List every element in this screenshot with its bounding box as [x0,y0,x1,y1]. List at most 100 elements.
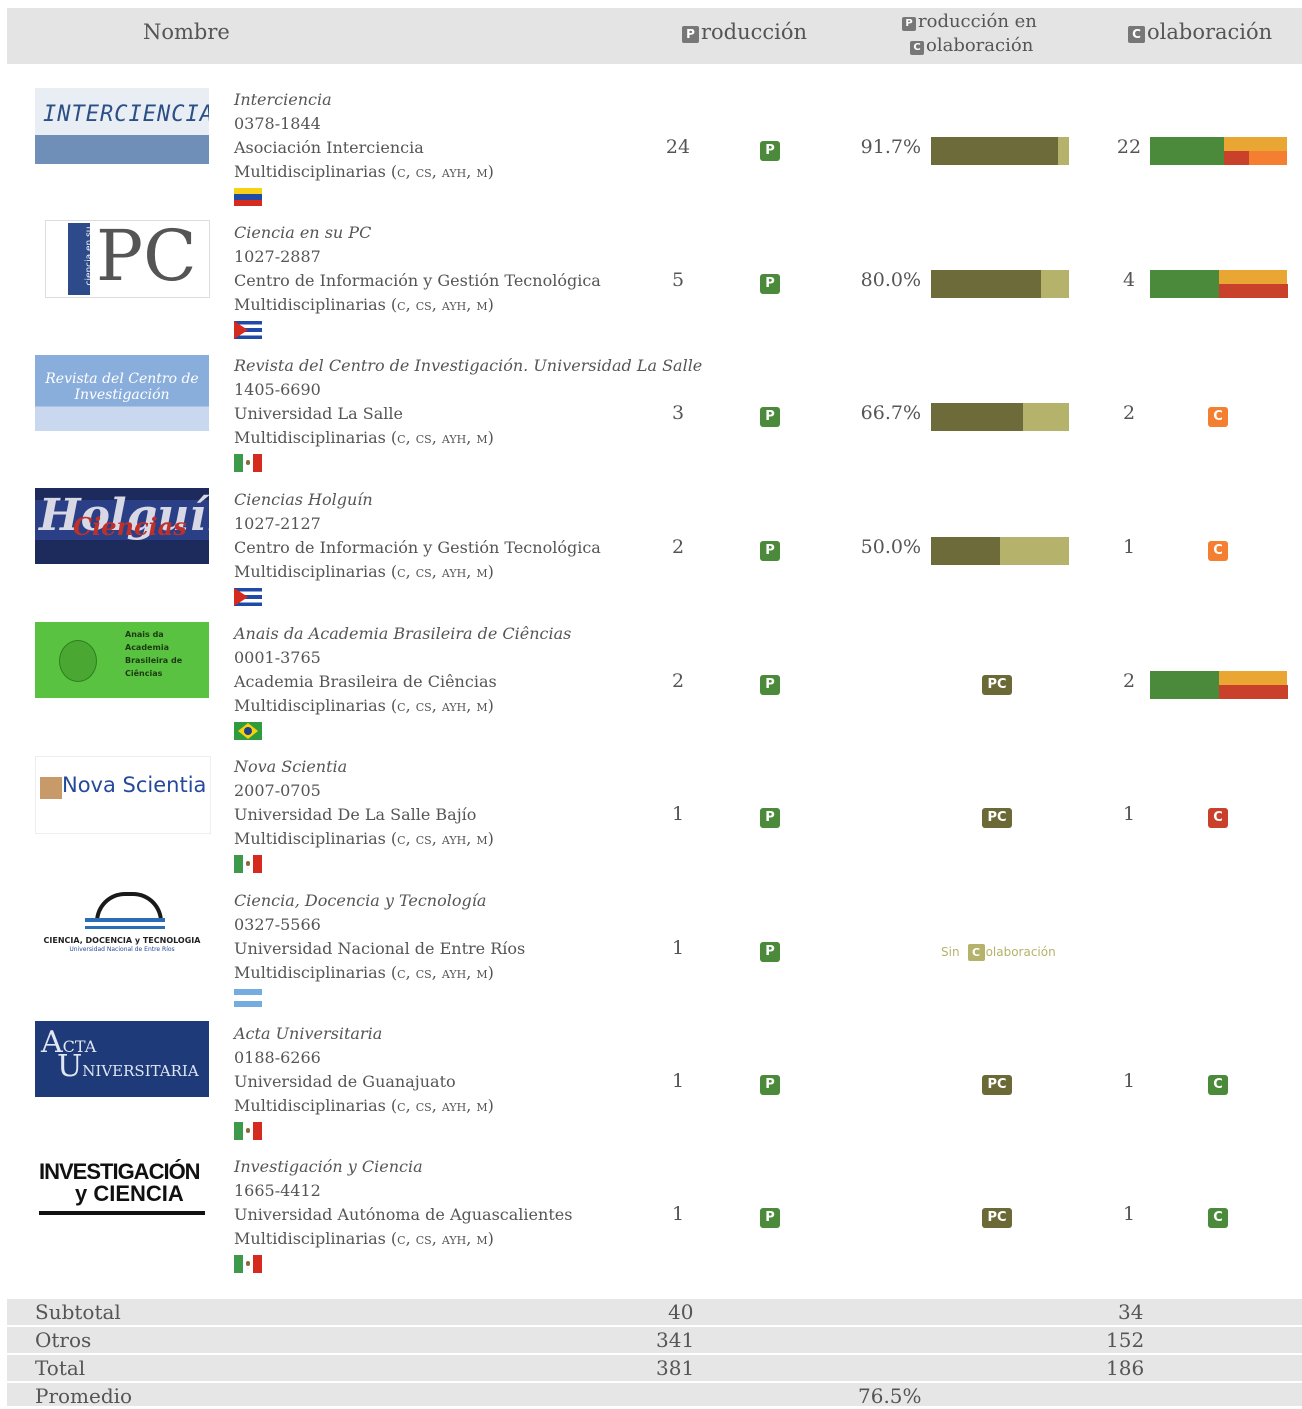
mexico-flag [234,855,262,873]
journal-issn: 1405-6690 [234,380,321,399]
journal-publisher: Universidad De La Salle Bajío [234,805,477,824]
journal-title: Acta Universitaria [234,1024,383,1043]
production-count: 1 [671,803,685,825]
logo-investigacion-y-ciencia: INVESTIGACIÓN y CIENCIA [35,1155,209,1231]
collab-production-bar-fill [931,403,1024,431]
journal-title: Ciencias Holguín [234,490,373,509]
production-badge-icon: P [760,808,780,828]
journal-issn: 1027-2127 [234,514,321,533]
collab-production-percent: 91.7% [860,136,921,158]
collab-segment-red [1219,284,1288,298]
production-count: 2 [671,670,685,692]
journal-title: Ciencia, Docencia y Tecnología [234,891,487,910]
collaboration-bar [1150,270,1288,298]
logo-interciencia: INTERCIENCIA [35,88,209,164]
portrait-icon [59,640,97,682]
journal-info: Ciencia en su PC 1027-2887 Centro de Infor… [234,221,601,317]
production-badge-icon: P [760,541,780,561]
journal-publisher: Universidad de Guanajuato [234,1072,456,1091]
journal-title: Investigación y Ciencia [234,1157,423,1176]
production-count: 2 [671,536,685,558]
collab-production-bar-fill [931,270,1042,298]
journal-title: Revista del Centro de Investigación. Uni… [234,356,703,375]
journal-info: Interciencia 0378-1844 Asociación Intercie… [234,88,494,184]
production-icon: P [902,17,916,31]
production-icon: P [682,26,699,43]
collab-production-percent: 80.0% [860,269,921,291]
journal-issn: 0327-5566 [234,915,321,934]
collab-production-bar-fill [931,537,1000,565]
collaboration-count: 2 [1122,402,1136,424]
promedio-row: Promedio 76.5% [7,1383,1302,1408]
collab-segment-red [1219,685,1288,699]
logo-acta-universitaria: ACTA UNIVERSITARIA [35,1021,209,1097]
journal-issn: 0378-1844 [234,114,321,133]
brazil-flag [234,722,262,740]
production-collab-badge-icon: PC [982,1208,1012,1228]
logo-ciencias-holguin: Holguín Ciencias [35,488,209,564]
collaboration-icon: C [967,944,985,961]
production-badge-icon: P [760,1075,780,1095]
table-header: Nombre Producción Producción en Colabora… [7,8,1302,64]
journal-info: Revista del Centro de Investigación. Uni… [234,354,702,450]
journal-publisher: Universidad Autónoma de Aguascalientes [234,1205,573,1224]
journal-issn: 1027-2887 [234,247,321,266]
mexico-flag [234,454,262,472]
journal-info: Investigación y Ciencia 1665-4412 Universi… [234,1155,572,1251]
production-count: 24 [665,136,691,158]
journal-title: Anais da Academia Brasileira de Ciências [234,624,572,643]
logo-ciencia-docencia-tecnologia: CIENCIA, DOCENCIA y TECNOLOGIA Universid… [35,888,209,964]
collaboration-bar [1150,671,1288,699]
collab-segment-green [1150,137,1224,165]
collaboration-badge-icon: C [1208,541,1228,561]
collaboration-count: 1 [1122,803,1136,825]
production-badge-icon: P [760,675,780,695]
journal-issn: 0001-3765 [234,648,321,667]
collaboration-count: 1 [1122,536,1136,558]
production-collab-badge-icon: PC [982,1075,1012,1095]
collaboration-count: 1 [1122,1203,1136,1225]
journal-publisher: Asociación Interciencia [234,138,424,157]
logo-nova-scientia: Nova Scientia [35,756,211,834]
journal-area: Multidisciplinarias (c, cs, ayh, m) [234,162,494,181]
collaboration-badge-icon: C [1208,808,1228,828]
journal-info: Ciencia, Docencia y Tecnología 0327-5566 U… [234,889,525,985]
collab-segment-yellow [1219,270,1287,284]
production-count: 3 [671,402,685,424]
journal-area: Multidisciplinarias (c, cs, ayh, m) [234,428,494,447]
nova-mark-icon [40,777,62,799]
journal-publisher: Centro de Información y Gestión Tecnológ… [234,271,601,290]
collaboration-icon: C [910,41,924,55]
cuba-flag [234,588,262,606]
logo-revista-la-salle: Revista del Centro de Investigación [35,355,209,431]
journal-area: Multidisciplinarias (c, cs, ayh, m) [234,295,494,314]
collab-segment-green [1150,270,1219,298]
journal-info: Ciencias Holguín 1027-2127 Centro de Infor… [234,488,601,584]
collaboration-badge-icon: C [1208,1075,1228,1095]
collab-segment-green [1150,671,1219,699]
journal-publisher: Universidad Nacional de Entre Ríos [234,939,526,958]
production-badge-icon: P [760,141,780,161]
collab-production-percent: 66.7% [860,402,921,424]
mexico-flag [234,1255,262,1273]
header-name: Nombre [143,20,230,44]
subtotal-row: Subtotal 40 34 [7,1299,1302,1325]
collab-production-bar-fill [931,137,1058,165]
collaboration-icon: C [1128,26,1145,43]
production-count: 1 [671,937,685,959]
collaboration-count: 1 [1122,1070,1136,1092]
collaboration-badge-icon: C [1208,1208,1228,1228]
journal-info: Nova Scientia 2007-0705 Universidad De La … [234,755,494,851]
logo-ciencia-en-su-pc: ciencia en su PC [45,220,210,298]
collab-segment-red [1224,151,1249,165]
journal-issn: 2007-0705 [234,781,321,800]
production-badge-icon: P [760,274,780,294]
journal-area: Multidisciplinarias (c, cs, ayh, m) [234,829,494,848]
header-collab-prod-line1: Producción en [902,10,1037,34]
collab-production-percent: 50.0% [860,536,921,558]
argentina-flag [234,989,262,1007]
production-collab-badge-icon: PC [982,808,1012,828]
collaboration-badge-icon: C [1208,407,1228,427]
journal-title: Nova Scientia [234,757,348,776]
header-collaboration: Colaboración [1128,20,1272,44]
